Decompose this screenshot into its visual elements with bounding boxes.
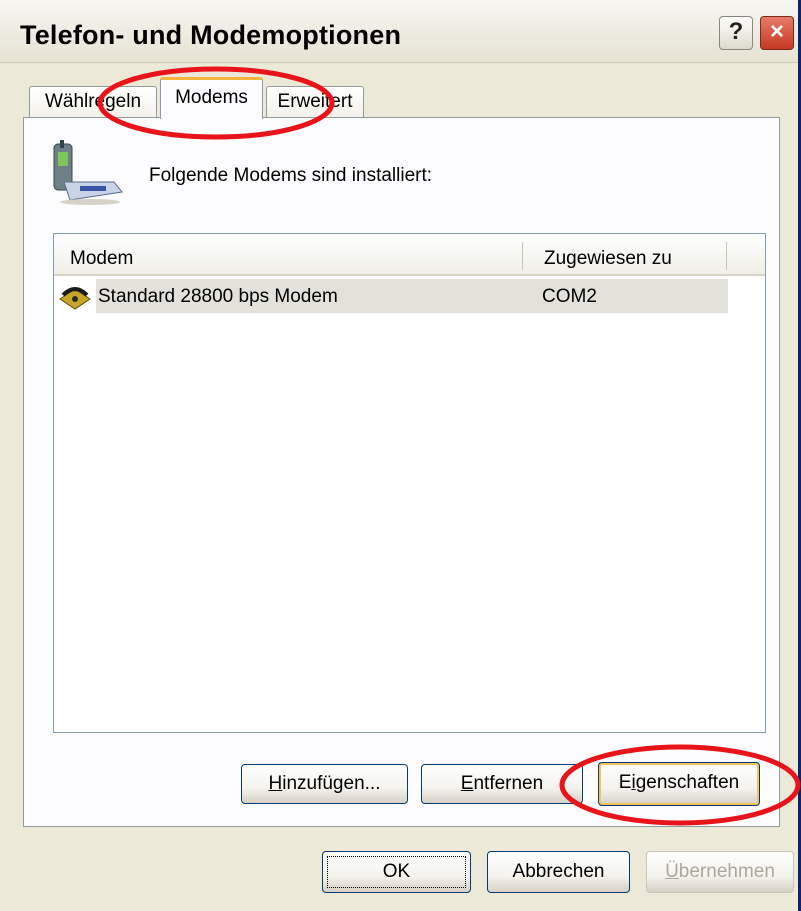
apply-button-mnemonic: Ü [665, 861, 679, 882]
cancel-button[interactable]: Abbrechen [487, 851, 630, 893]
apply-button-label: bernehmen [678, 861, 775, 882]
add-button-label: inzufügen... [282, 773, 381, 794]
remove-button[interactable]: Entfernen [421, 764, 583, 804]
remove-button-label: ntfernen [473, 773, 544, 794]
list-header: Modem Zugewiesen zu [54, 234, 765, 276]
focus-rect [327, 856, 466, 888]
apply-button: Übernehmen [646, 851, 794, 893]
title-bar[interactable]: Telefon- und Modemoptionen ? × [0, 0, 798, 63]
properties-button-label: genschaften [635, 772, 740, 793]
add-button-mnemonic: H [268, 773, 283, 794]
column-header-modem[interactable]: Modem [70, 248, 133, 270]
column-separator[interactable] [522, 242, 523, 270]
column-separator[interactable] [726, 242, 727, 270]
tab-waehlregeln[interactable]: Wählregeln [29, 86, 157, 118]
ok-button[interactable]: OK [322, 851, 471, 893]
tab-erweitert[interactable]: Erweitert [266, 86, 364, 118]
modem-phone-icon [53, 140, 123, 205]
window-title: Telefon- und Modemoptionen [20, 20, 402, 50]
help-button[interactable]: ? [719, 16, 753, 50]
add-button[interactable]: Hinzufügen... [241, 764, 408, 804]
modem-port: COM2 [542, 286, 597, 307]
installed-modems-label: Folgende Modems sind installiert: [149, 165, 433, 186]
list-item[interactable]: Standard 28800 bps Modem COM2 [58, 279, 728, 313]
column-header-assigned[interactable]: Zugewiesen zu [544, 248, 672, 270]
modem-icon [59, 287, 91, 310]
tab-modems[interactable]: Modems [160, 77, 263, 119]
dialog-window: Telefon- und Modemoptionen ? × Wählregel… [0, 0, 801, 911]
close-button[interactable]: × [760, 16, 794, 50]
properties-button-lead: E [618, 772, 632, 793]
modem-name: Standard 28800 bps Modem [98, 286, 338, 307]
remove-button-mnemonic: E [460, 773, 474, 794]
properties-button[interactable]: Eigenschaften [598, 762, 760, 806]
